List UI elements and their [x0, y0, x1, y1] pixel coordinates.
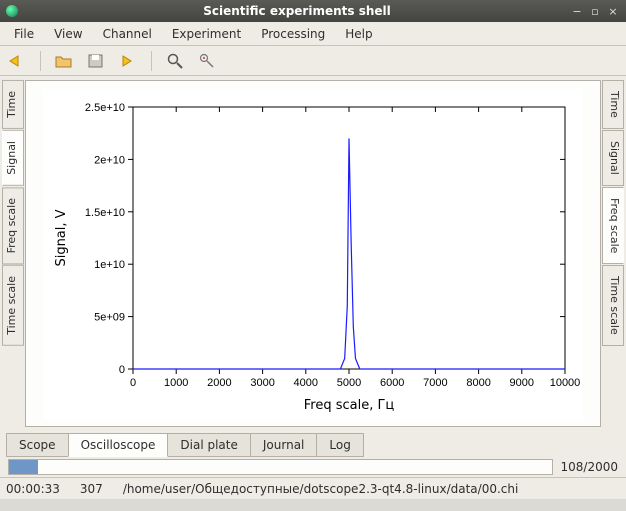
svg-text:6000: 6000: [380, 377, 404, 389]
workspace: TimeSignalFreq scaleTime scale 010002000…: [0, 76, 626, 431]
tab-journal[interactable]: Journal: [250, 433, 318, 457]
tab-oscilloscope[interactable]: Oscilloscope: [68, 433, 169, 457]
probe-icon: [199, 53, 215, 69]
side-tab-time-scale[interactable]: Time scale: [602, 265, 624, 346]
svg-text:1e+10: 1e+10: [94, 259, 125, 271]
side-tab-signal[interactable]: Signal: [2, 130, 24, 186]
menu-processing[interactable]: Processing: [253, 24, 333, 44]
magnifier-icon: [167, 53, 183, 69]
status-value: 307: [80, 482, 103, 496]
svg-text:3000: 3000: [250, 377, 274, 389]
tab-scope[interactable]: Scope: [6, 433, 69, 457]
svg-text:Freq scale, Гц: Freq scale, Гц: [304, 398, 395, 413]
save-button[interactable]: [85, 50, 107, 72]
svg-text:10000: 10000: [550, 377, 581, 389]
window-title: Scientific experiments shell: [24, 4, 570, 18]
measure-button[interactable]: [196, 50, 218, 72]
statusbar: 00:00:33 307 /home/user/Общедоступные/do…: [0, 477, 626, 499]
open-button[interactable]: [53, 50, 75, 72]
svg-text:1.5e+10: 1.5e+10: [85, 206, 125, 218]
svg-text:7000: 7000: [423, 377, 447, 389]
svg-text:2.5e+10: 2.5e+10: [85, 102, 125, 114]
svg-text:0: 0: [119, 364, 125, 376]
tab-dial-plate[interactable]: Dial plate: [167, 433, 250, 457]
svg-text:2000: 2000: [207, 377, 231, 389]
svg-text:Signal, V: Signal, V: [54, 209, 69, 266]
window-buttons: − ▫ ×: [570, 4, 620, 18]
menu-view[interactable]: View: [46, 24, 90, 44]
svg-text:9000: 9000: [510, 377, 534, 389]
zoom-button[interactable]: [164, 50, 186, 72]
status-time: 00:00:33: [6, 482, 60, 496]
svg-text:5000: 5000: [337, 377, 361, 389]
svg-text:2e+10: 2e+10: [94, 154, 125, 166]
side-tab-freq-scale[interactable]: Freq scale: [602, 187, 624, 264]
side-tab-time-scale[interactable]: Time scale: [2, 265, 24, 346]
tab-log[interactable]: Log: [316, 433, 363, 457]
status-path: /home/user/Общедоступные/dotscope2.3-qt4…: [123, 482, 620, 496]
signal-plot: 0 1000 2000 3000 4000 5000 6000 7000 8000 9000 100…: [43, 89, 583, 419]
side-tab-time[interactable]: Time: [602, 80, 624, 129]
menu-channel[interactable]: Channel: [95, 24, 160, 44]
progress-row: 108/2000: [0, 457, 626, 477]
left-side-tabs: TimeSignalFreq scaleTime scale: [2, 80, 24, 427]
plot-area[interactable]: 0 1000 2000 3000 4000 5000 6000 7000 8000 9000 100…: [25, 80, 601, 427]
close-button[interactable]: ×: [606, 4, 620, 18]
minimize-button[interactable]: −: [570, 4, 584, 18]
app-icon: [6, 5, 18, 17]
bottom-tabbar: ScopeOscilloscopeDial plateJournalLog: [0, 431, 626, 457]
right-side-tabs: TimeSignalFreq scaleTime scale: [602, 80, 624, 427]
back-button[interactable]: [6, 50, 28, 72]
menu-file[interactable]: File: [6, 24, 42, 44]
separator: [151, 51, 152, 71]
svg-text:8000: 8000: [466, 377, 490, 389]
menu-help[interactable]: Help: [337, 24, 380, 44]
progress-counter: 108/2000: [559, 460, 619, 474]
side-tab-freq-scale[interactable]: Freq scale: [2, 187, 24, 264]
side-tab-time[interactable]: Time: [2, 80, 24, 129]
side-tab-signal[interactable]: Signal: [602, 130, 624, 186]
forward-icon: [119, 54, 137, 68]
back-icon: [8, 54, 26, 68]
save-icon: [87, 53, 105, 69]
menu-experiment[interactable]: Experiment: [164, 24, 249, 44]
svg-text:1000: 1000: [164, 377, 188, 389]
svg-text:4000: 4000: [294, 377, 318, 389]
progress-bar[interactable]: [8, 459, 553, 475]
svg-text:5e+09: 5e+09: [94, 311, 125, 323]
folder-open-icon: [55, 53, 73, 69]
toolbar: [0, 46, 626, 76]
progress-fill: [9, 460, 38, 474]
forward-button[interactable]: [117, 50, 139, 72]
svg-text:0: 0: [130, 377, 136, 389]
titlebar: Scientific experiments shell − ▫ ×: [0, 0, 626, 22]
separator: [40, 51, 41, 71]
maximize-button[interactable]: ▫: [588, 4, 602, 18]
menubar: File View Channel Experiment Processing …: [0, 22, 626, 46]
